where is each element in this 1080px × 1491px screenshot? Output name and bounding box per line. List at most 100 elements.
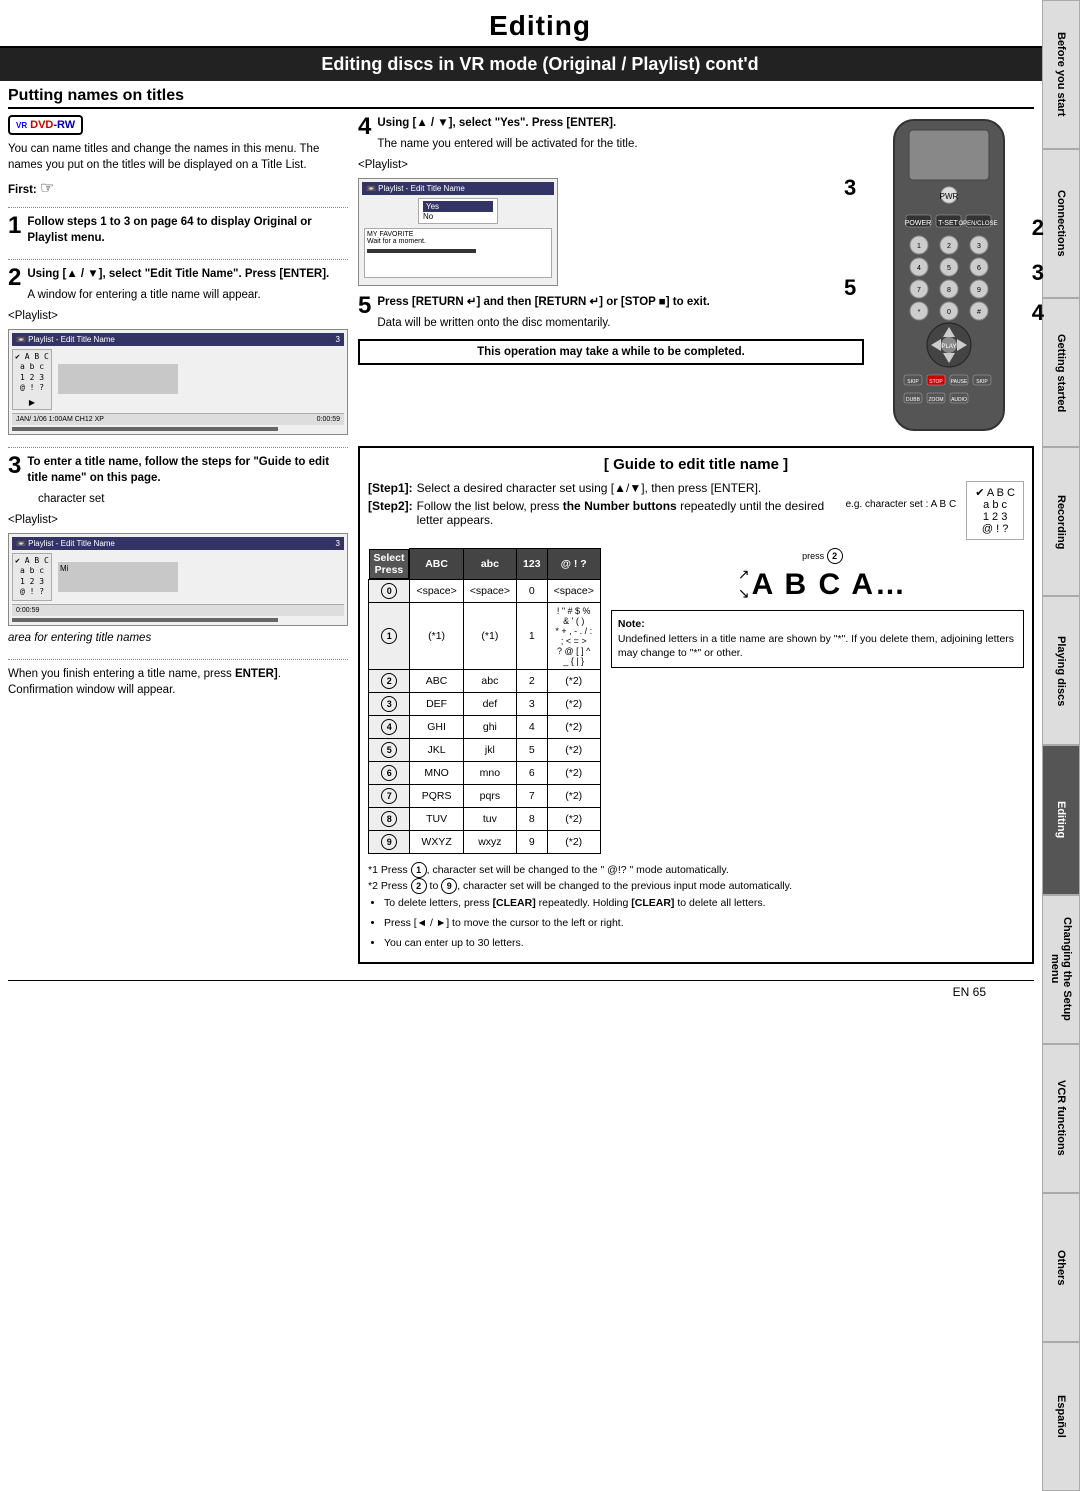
divider-1: [8, 207, 348, 208]
remote-num-4: 4: [1032, 300, 1044, 326]
sym-1: ! " # $ % & ' ( )* + , - . / : ; < = >? …: [547, 602, 600, 669]
circ-6: 6: [381, 765, 397, 781]
abc-d4: @ ! ?: [975, 523, 1015, 535]
area-text: area for entering title names: [8, 630, 348, 646]
pb2-option-4: Yes No: [418, 198, 498, 224]
right-top-area: 4 Using [▲ / ▼], select "Yes". Press [EN…: [358, 115, 1034, 438]
step5-text: Press [RETURN ↵] and then [RETURN ↵] or …: [358, 294, 864, 310]
step2-desc: A window for entering a title name will …: [8, 287, 348, 303]
n123-9: 9: [517, 830, 548, 853]
sidebar-tab-playing-discs[interactable]: Playing discs: [1042, 596, 1080, 745]
sym-0: <space>: [547, 579, 600, 602]
warning-box: This operation may take a while to be co…: [358, 339, 864, 365]
sidebar-tab-vcr-functions[interactable]: VCR functions: [1042, 1044, 1080, 1193]
svg-text:SKIP: SKIP: [976, 379, 988, 385]
two-col-layout: VR DVD -RW You can name titles and chang…: [8, 115, 1034, 972]
step4-block: 4 Using [▲ / ▼], select "Yes". Press [EN…: [358, 115, 864, 286]
progress-bar-3: [12, 618, 278, 622]
svg-text:9: 9: [977, 287, 981, 294]
n123-3: 3: [517, 692, 548, 715]
svg-text:7: 7: [917, 287, 921, 294]
svg-text:0: 0: [947, 309, 951, 316]
abca-text: A B C A…: [752, 568, 907, 602]
play-symbol: ▶: [15, 398, 49, 407]
guide-step1-label: [Step1]:: [368, 481, 413, 495]
sidebar-tab-espanol[interactable]: Español: [1042, 1342, 1080, 1491]
svg-text:PWR: PWR: [940, 192, 959, 201]
guide-steps-text: [Step1]: Select a desired character set …: [368, 481, 956, 540]
svg-text:POWER: POWER: [905, 220, 931, 227]
n123-2: 2: [517, 669, 548, 692]
pb2-text-area-4: MY FAVORITE Wait for a moment.: [364, 228, 552, 278]
pb-content-2: ✔ A B C a b c 1 2 3 @ ! ? ▶: [12, 349, 344, 410]
table-row: 4 GHI ghi 4 (*2): [369, 715, 601, 738]
circ-3: 3: [381, 696, 397, 712]
footnotes: *1 Press 1, character set will be change…: [368, 862, 1024, 952]
table-row: 2 ABC abc 2 (*2): [369, 669, 601, 692]
n123-4: 4: [517, 715, 548, 738]
page-num-bar: EN 65: [8, 980, 1034, 1003]
n123-7: 7: [517, 784, 548, 807]
svg-text:DUBB: DUBB: [906, 397, 921, 403]
svg-text:6: 6: [977, 265, 981, 272]
mi-text: Mi: [60, 564, 68, 573]
abc-5: JKL: [410, 738, 463, 761]
pb-right-3: Mi: [58, 553, 178, 601]
sidebar-tab-recording[interactable]: Recording: [1042, 447, 1080, 596]
sidebar-tab-editing[interactable]: Editing: [1042, 745, 1080, 894]
table-row: 8 TUV tuv 8 (*2): [369, 807, 601, 830]
circ-1: 1: [381, 628, 397, 644]
abc-d2: a b c: [975, 499, 1015, 511]
sidebar-tab-setup-menu[interactable]: Changing the Setup menu: [1042, 895, 1080, 1044]
footnote-3: To delete letters, press [CLEAR] repeate…: [384, 895, 1024, 912]
step4-text: Using [▲ / ▼], select "Yes". Press [ENTE…: [358, 115, 864, 131]
num-cell-6: 6: [369, 761, 410, 784]
abc-lower-8: tuv: [463, 807, 516, 830]
table-row: 0 <space> <space> 0 <space>: [369, 579, 601, 602]
circ-2: 2: [381, 673, 397, 689]
press2-note-area: press 2 ↗ ↘ A B C A… Not: [611, 548, 1024, 668]
yes-option: Yes: [423, 201, 493, 212]
sidebar-tab-before-you-start[interactable]: Before you start: [1042, 0, 1080, 149]
step1-number: 1: [8, 214, 21, 238]
n123-5: 5: [517, 738, 548, 761]
first-label: First: ☞: [8, 178, 348, 200]
sidebar-tab-others[interactable]: Others: [1042, 1193, 1080, 1342]
pb-right-2: [58, 349, 178, 410]
abc3-line-1: ✔ A B C: [15, 556, 49, 566]
rw-label: -RW: [53, 119, 75, 131]
sym-5: (*2): [547, 738, 600, 761]
footnote-4: Press [◄ / ►] to move the cursor to the …: [384, 915, 1024, 932]
no-option: No: [423, 212, 493, 221]
abc-display: ✔ A B C a b c 1 2 3 @ ! ?: [966, 481, 1024, 540]
step3-playlist-label: <Playlist>: [8, 512, 348, 528]
sidebar-tab-connections[interactable]: Connections: [1042, 149, 1080, 298]
step3-text: To enter a title name, follow the steps …: [8, 454, 348, 486]
abc-1: (*1): [410, 602, 463, 669]
svg-text:1: 1: [917, 243, 921, 250]
guide-step2-label: [Step2]:: [368, 499, 413, 527]
circ-9: 9: [381, 834, 397, 850]
note-line-1: Undefined letters in a title name are sh…: [618, 633, 1014, 660]
abc-lower-5: jkl: [463, 738, 516, 761]
right-column: 4 Using [▲ / ▼], select "Yes". Press [EN…: [358, 115, 1034, 972]
num-cell-5: 5: [369, 738, 410, 761]
sidebar-tab-getting-started[interactable]: Getting started: [1042, 298, 1080, 447]
abc-lower-9: wxyz: [463, 830, 516, 853]
section-title-bar: Editing discs in VR mode (Original / Pla…: [0, 48, 1080, 81]
col-abc-lower: abc: [463, 549, 516, 580]
table-row: 1 (*1) (*1) 1 ! " # $ % & ' ( )* + , - .…: [369, 602, 601, 669]
step4-playlist-label: <Playlist>: [358, 157, 864, 173]
remote-num-3: 3: [844, 175, 856, 201]
pb-bottom-3: 0:00:59: [12, 604, 344, 616]
footnote-list: To delete letters, press [CLEAR] repeate…: [368, 895, 1024, 951]
step2-text: Using [▲ / ▼], select "Edit Title Name".…: [8, 266, 348, 282]
svg-text:T-SET: T-SET: [938, 220, 959, 227]
abc3-line-2: a b c: [15, 566, 49, 576]
circ-5: 5: [381, 742, 397, 758]
footnote-1: *1 Press 1, character set will be change…: [368, 862, 1024, 879]
abc3-line-3: 1 2 3: [15, 577, 49, 587]
pb-num-3: 3: [336, 539, 340, 548]
guide-table-note-area: Select Press ABC abc 123 @ ! ?: [368, 548, 1024, 854]
svg-text:#: #: [977, 309, 981, 316]
